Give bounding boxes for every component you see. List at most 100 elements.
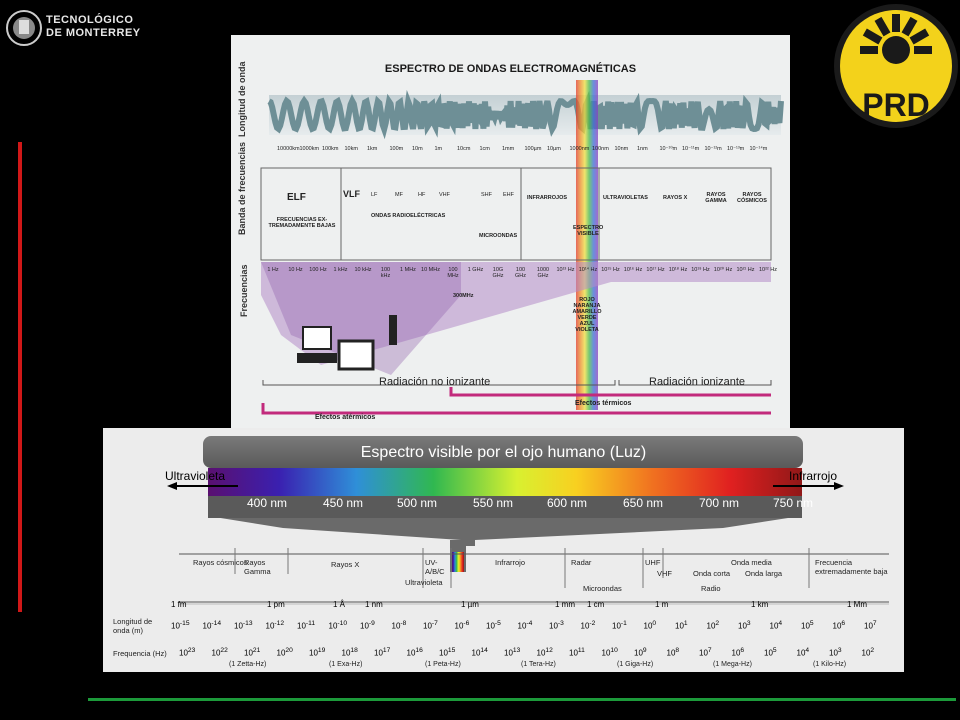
- freq-power-21: 102: [861, 647, 875, 658]
- freq-power-2: 1021: [244, 647, 261, 658]
- color-violet: VIOLETA: [575, 327, 599, 333]
- band-ultraviolet: ULTRAVIOLETAS: [603, 195, 648, 201]
- freq-label-2: 100 Hz: [309, 267, 327, 273]
- band-gamma: RAYOS GAMMA: [705, 192, 727, 204]
- wave-power-12: 10-3: [549, 620, 564, 631]
- wave-power-10: 10-5: [486, 620, 501, 631]
- band-elf: Frecuencia extremadamente baja: [815, 558, 888, 576]
- wave-power-15: 100: [643, 620, 657, 631]
- ionizing-label: Radiación ionizante: [649, 376, 746, 388]
- visible-spectrum-graphic: [167, 436, 889, 605]
- nm-tick-0: 400 nm: [247, 496, 288, 510]
- band-shf: SHF: [481, 192, 492, 198]
- freq-power-10: 1013: [504, 647, 521, 658]
- freq-label-22: 10²² Hz: [758, 267, 778, 273]
- band-ehf: EHF: [503, 192, 514, 198]
- ir-label: Infrarrojo: [789, 469, 838, 483]
- elf-desc: FRECUENCIAS EX-TREMADAMENTE BAJAS: [268, 217, 336, 229]
- wave-power-8: 10-7: [423, 620, 438, 631]
- band-radar: Radar: [571, 558, 592, 567]
- nm-tick-3: 550 nm: [473, 496, 514, 510]
- wave-power-2: 10-13: [234, 620, 253, 631]
- nm-tick-1: 450 nm: [323, 496, 364, 510]
- nm-tick-4: 600 nm: [547, 496, 588, 510]
- non-ionizing-label: Radiación no ionizante: [379, 376, 491, 388]
- freq-label-0: 1 Hz: [267, 267, 279, 273]
- freq-power-19: 104: [796, 647, 810, 658]
- wave-power-7: 10-8: [391, 620, 407, 631]
- freq-power-12: 1011: [569, 647, 585, 658]
- freq-label-20: 10²⁰ Hz: [713, 267, 733, 273]
- wave-unit-0: 1 fm: [171, 600, 187, 609]
- freq-label-13: 10¹³ Hz: [556, 267, 575, 273]
- visible-spectrum-title: Espectro visible por el ojo humano (Luz): [360, 444, 647, 461]
- wavelength-label-6: 10m: [412, 146, 423, 152]
- logo-line-2: DE MONTERREY: [46, 27, 141, 39]
- freq-power-0: 1023: [179, 647, 196, 658]
- band-cosmic-rays: Rayos cósmicos: [193, 558, 248, 567]
- band-gamma-rays: Rayos Gamma: [244, 558, 271, 576]
- wave-power-21: 106: [832, 620, 846, 631]
- band-microwaves: Microondas: [583, 584, 622, 593]
- freq-power-1: 1022: [211, 647, 228, 658]
- freq-power-3: 1020: [276, 647, 293, 658]
- bottom-accent-line: [88, 698, 956, 701]
- microwaves-desc: MICROONDAS: [479, 233, 518, 239]
- band-elf: ELF: [287, 192, 306, 203]
- freq-label-16: 10¹⁶ Hz: [623, 267, 643, 273]
- wavelength-axis-label: Longitud de onda (m): [113, 617, 153, 635]
- band-xrays: RAYOS X: [663, 195, 688, 201]
- wavelength-label-14: 100nm: [592, 146, 609, 152]
- nm-tick-7: 750 nm: [773, 496, 814, 510]
- em-spectrum-diagram: ESPECTRO DE ONDAS ELECTROMAGNÉTICAS Long…: [231, 35, 790, 429]
- freq-label-4: 10 kHz: [354, 267, 372, 273]
- wave-power-16: 101: [675, 620, 688, 631]
- band-hf: HF: [418, 192, 426, 198]
- freq-label-21: 10²¹ Hz: [736, 267, 755, 273]
- band-ultraviolet: Ultravioleta: [405, 578, 443, 587]
- freq-power-17: 106: [731, 647, 745, 658]
- freq-label-12: 1000 GHz: [536, 267, 550, 279]
- radio-waves-desc: ONDAS RADIOELÉCTRICAS: [371, 213, 446, 219]
- frequency-axis-label: Frequencia (Hz): [113, 649, 167, 658]
- freq-label-5: 100 kHz: [380, 267, 391, 279]
- freq-power-14: 109: [634, 647, 647, 658]
- freq-label-19: 10¹⁹ Hz: [691, 267, 710, 273]
- wave-power-18: 103: [738, 620, 751, 631]
- uv-label: Ultravioleta: [165, 469, 226, 483]
- freq-unit-4: (1 Giga-Hz): [617, 661, 654, 668]
- thermal-effects-label: Efectos térmicos: [575, 400, 632, 407]
- freq-power-20: 103: [829, 647, 842, 658]
- wave-power-6: 10-9: [360, 620, 375, 631]
- wave-power-4: 10-11: [297, 620, 316, 631]
- freq-label-7: 10 MHz: [421, 267, 440, 273]
- wave-power-9: 10-6: [454, 620, 470, 631]
- nm-tick-2: 500 nm: [397, 496, 438, 510]
- em-spectrum-graphic: [260, 80, 784, 415]
- freq-unit-1: (1 Exa-Hz): [329, 661, 363, 668]
- band-uhf: UHF: [645, 558, 661, 567]
- wavelength-label-8: 10cm: [457, 146, 471, 152]
- freq-power-11: 1012: [536, 647, 553, 658]
- wave-unit-6: 1 cm: [587, 600, 605, 609]
- tec-logo-text: TECNOLÓGICO DE MONTERREY: [46, 14, 141, 40]
- wavelength-label-17: 10⁻¹⁰m: [659, 146, 678, 152]
- band-long-wave: Onda larga: [745, 569, 783, 578]
- band-mf: MF: [395, 192, 403, 198]
- freq-power-18: 105: [764, 647, 777, 658]
- wavelength-label-20: 10⁻¹³m: [727, 146, 745, 152]
- freq-label-9: 1 GHz: [467, 267, 484, 273]
- wave-power-5: 10-10: [328, 620, 348, 631]
- band-cosmic: RAYOS CÓSMICOS: [737, 192, 767, 204]
- wave-unit-4: 1 µm: [461, 600, 479, 609]
- wave-power-13: 10-2: [580, 620, 596, 631]
- wavelength-label-3: 10km: [344, 146, 358, 152]
- freq-power-7: 1016: [406, 647, 423, 658]
- wavelength-label-9: 1cm: [479, 146, 490, 152]
- visible-colors: ROJO NARANJA AMARILLO VERDE AZUL VIOLETA: [571, 297, 603, 333]
- visible-spectrum-chart: Espectro visible por el ojo humano (Luz)…: [103, 428, 904, 672]
- freq-300mhz: 300MHz: [453, 293, 474, 299]
- band-infrared: INFRARROJOS: [527, 195, 568, 201]
- prd-logo: PRD: [832, 0, 960, 132]
- prd-text: PRD: [862, 87, 930, 123]
